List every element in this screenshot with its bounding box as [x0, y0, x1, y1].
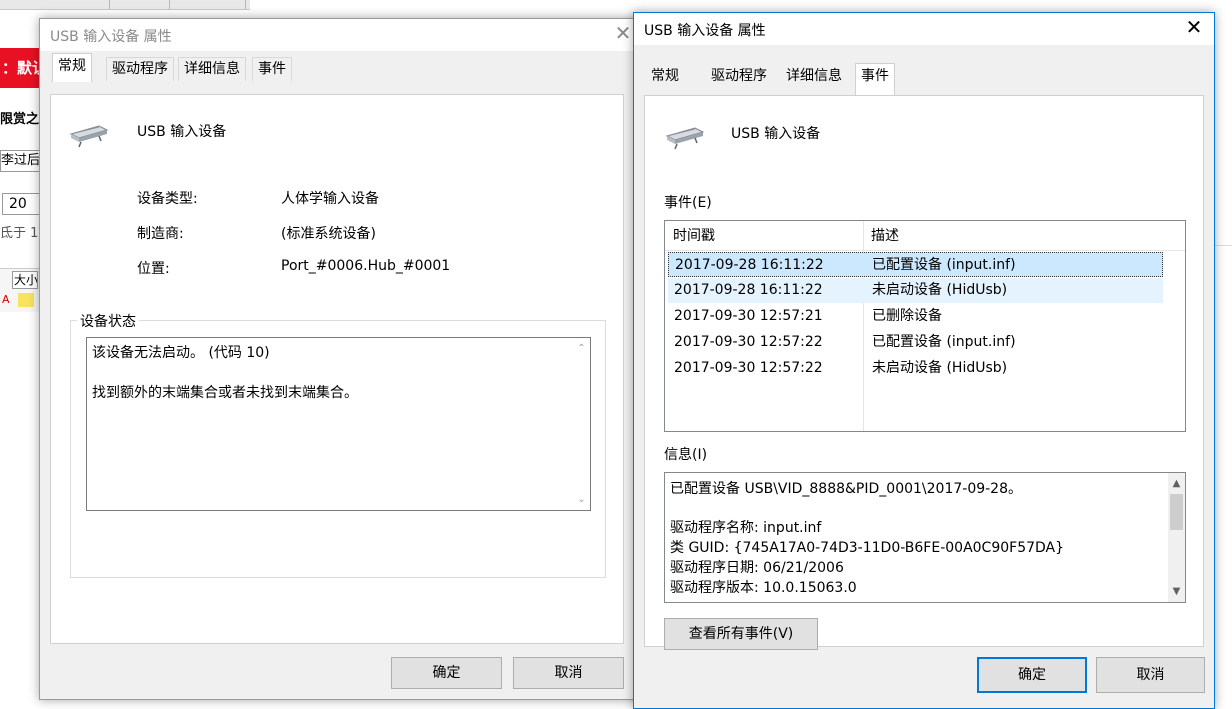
device-name: USB 输入设备	[731, 126, 821, 142]
event-desc: 未启动设备 (HidUsb)	[872, 360, 1008, 376]
scroll-up-arrow-icon[interactable]: ▲	[1168, 475, 1185, 492]
cancel-button[interactable]: 取消	[513, 657, 624, 689]
event-row[interactable]: 2017-09-30 12:57:22 已配置设备 (input.inf)	[668, 330, 1163, 355]
cancel-button[interactable]: 取消	[1096, 657, 1205, 693]
event-row[interactable]: 2017-09-30 12:57:21 已删除设备	[668, 304, 1163, 329]
tab-driver[interactable]: 驱动程序	[706, 65, 772, 89]
background-font-size-box[interactable]: 大小	[12, 271, 38, 289]
column-header-description[interactable]: 描述	[863, 221, 1163, 251]
event-desc: 已配置设备 (input.inf)	[872, 334, 1016, 350]
events-label: 事件(E)	[664, 195, 712, 211]
status-line: 该设备无法启动。 (代码 10)	[92, 345, 270, 361]
events-list-header: 时间戳 描述	[665, 221, 1185, 251]
event-row[interactable]: 2017-09-28 16:11:22 已配置设备 (input.inf)	[668, 252, 1163, 277]
background-toolbar: 大小 A	[0, 268, 40, 312]
tab-panel-general: USB 输入设备 设备类型: 人体学输入设备 制造商: (标准系统设备) 位置:…	[50, 94, 624, 644]
background-text: 限赏之后	[0, 112, 40, 127]
tab-driver[interactable]: 驱动程序	[106, 57, 174, 81]
manufacturer-value: (标准系统设备)	[281, 226, 376, 242]
background-tab	[110, 0, 170, 9]
location-value: Port_#0006.Hub_#0001	[281, 258, 451, 274]
ok-button[interactable]: 确定	[391, 657, 502, 689]
scroll-thumb[interactable]	[1170, 494, 1183, 530]
status-line: 找到额外的末端集合或者未找到末端集合。	[92, 385, 358, 401]
tab-events[interactable]: 事件	[855, 63, 895, 95]
device-type-value: 人体学输入设备	[281, 191, 379, 207]
highlight-icon[interactable]	[18, 293, 34, 307]
background-tab	[40, 0, 110, 9]
scroll-down-arrow-icon[interactable]: ⌄	[573, 491, 590, 508]
event-time: 2017-09-28 16:11:22	[674, 282, 823, 298]
close-icon[interactable]: ✕	[1174, 13, 1214, 43]
background-right-edge	[1212, 0, 1232, 709]
event-time: 2017-09-30 12:57:22	[674, 334, 823, 350]
tab-details[interactable]: 详细信息	[781, 65, 847, 89]
scroll-down-arrow-icon[interactable]: ▼	[1168, 583, 1185, 600]
event-desc: 已配置设备 (input.inf)	[872, 257, 1016, 273]
info-line: 类 GUID: {745A17A0-74D3-11D0-B6FE-00A0C90…	[670, 540, 1065, 556]
tab-events[interactable]: 事件	[252, 57, 292, 81]
background-text: 李过后	[0, 150, 40, 172]
location-label: 位置:	[137, 261, 170, 277]
event-time: 2017-09-28 16:11:22	[675, 257, 824, 273]
divider	[1212, 245, 1232, 257]
info-line: 驱动程序版本: 10.0.15063.0	[670, 580, 857, 596]
info-text[interactable]: 已配置设备 USB\VID_8888&PID_0001\2017-09-28。 …	[664, 472, 1186, 603]
properties-dialog-general: USB 输入设备 属性 ✕ 常规 驱动程序 详细信息 事件 USB 输入设备 设…	[39, 18, 644, 700]
background-red-banner: ：默认	[0, 48, 40, 88]
usb-device-icon	[665, 127, 705, 150]
ok-button[interactable]: 确定	[977, 657, 1087, 693]
background-tab-strip	[0, 0, 250, 10]
tab-general[interactable]: 常规	[52, 53, 92, 82]
vertical-scrollbar[interactable]: ▲ ▼	[1168, 473, 1185, 602]
font-color-icon[interactable]: A	[2, 293, 10, 306]
background-tab	[180, 0, 246, 9]
device-status-label: 设备状态	[77, 311, 139, 331]
tab-panel-events: USB 输入设备 事件(E) 时间戳 描述 2017-09-28 16:11:2…	[644, 95, 1204, 650]
vertical-scrollbar[interactable]: ⌃ ⌄	[573, 338, 590, 510]
tab-general[interactable]: 常规	[646, 65, 684, 89]
info-line: 驱动程序日期: 06/21/2006	[670, 560, 844, 576]
info-line: 驱动程序名称: input.inf	[670, 520, 822, 536]
dialog-title: USB 输入设备 属性	[50, 29, 172, 45]
manufacturer-label: 制造商:	[137, 226, 184, 242]
event-desc: 已删除设备	[872, 308, 942, 324]
info-label: 信息(I)	[664, 447, 708, 463]
event-time: 2017-09-30 12:57:21	[674, 308, 823, 324]
background-text: 氐于 1	[0, 226, 39, 241]
usb-device-icon	[69, 125, 109, 148]
event-row[interactable]: 2017-09-28 16:11:22 未启动设备 (HidUsb)	[668, 278, 1163, 303]
event-desc: 未启动设备 (HidUsb)	[872, 282, 1008, 298]
device-status-group: 设备状态 该设备无法启动。 (代码 10) 找到额外的末端集合或者未找到末端集合…	[70, 311, 606, 578]
events-list[interactable]: 时间戳 描述 2017-09-28 16:11:22 已配置设备 (input.…	[664, 220, 1186, 432]
device-type-label: 设备类型:	[137, 191, 198, 207]
event-time: 2017-09-30 12:57:22	[674, 360, 823, 376]
title-bar[interactable]: USB 输入设备 属性 ✕	[634, 13, 1214, 45]
dialog-title: USB 输入设备 属性	[644, 23, 766, 39]
info-line: 已配置设备 USB\VID_8888&PID_0001\2017-09-28。	[670, 481, 1022, 497]
title-bar[interactable]: USB 输入设备 属性 ✕	[40, 19, 643, 51]
properties-dialog-events: USB 输入设备 属性 ✕ 常规 驱动程序 详细信息 事件 USB 输入设备 事…	[633, 12, 1215, 709]
tab-details[interactable]: 详细信息	[178, 57, 246, 81]
background-number-input[interactable]: 20	[2, 193, 40, 215]
device-status-text[interactable]: 该设备无法启动。 (代码 10) 找到额外的末端集合或者未找到末端集合。 ⌃ ⌄	[86, 337, 591, 511]
event-row[interactable]: 2017-09-30 12:57:22 未启动设备 (HidUsb)	[668, 356, 1163, 381]
column-header-timestamp[interactable]: 时间戳	[665, 221, 863, 251]
scroll-up-arrow-icon[interactable]: ⌃	[573, 340, 590, 357]
device-name: USB 输入设备	[137, 124, 227, 140]
view-all-events-button[interactable]: 查看所有事件(V)	[664, 618, 818, 650]
